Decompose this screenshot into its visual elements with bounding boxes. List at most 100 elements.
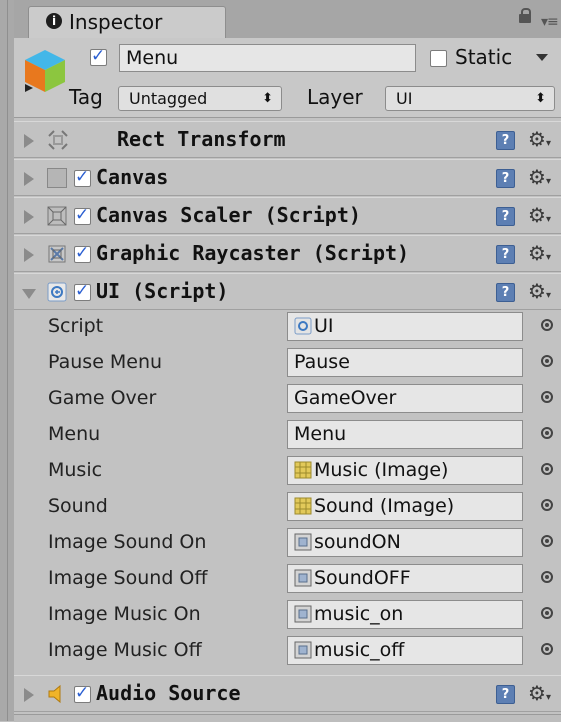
object-picker-icon[interactable] bbox=[541, 535, 553, 547]
object-picker-icon[interactable] bbox=[541, 463, 553, 475]
object-name-input[interactable]: Menu bbox=[119, 44, 416, 72]
object-active-checkbox[interactable] bbox=[90, 46, 107, 66]
object-picker-icon[interactable] bbox=[541, 643, 553, 655]
component-canvas[interactable]: Canvas ? ⚙▾ bbox=[14, 159, 561, 196]
help-book-icon[interactable]: ? bbox=[496, 169, 515, 188]
object-field[interactable]: GameOver bbox=[287, 384, 523, 413]
component-title: Audio Source bbox=[96, 681, 241, 705]
gameobject-cube-icon bbox=[25, 50, 65, 92]
component-title: Graphic Raycaster (Script) bbox=[96, 241, 410, 265]
object-field[interactable]: music_on bbox=[287, 600, 523, 629]
object-picker-icon[interactable] bbox=[541, 391, 553, 403]
collapse-arrow-icon[interactable] bbox=[24, 172, 34, 186]
tab-inspector[interactable]: i Inspector bbox=[28, 6, 226, 39]
help-book-icon[interactable]: ? bbox=[496, 685, 515, 704]
component-graphic-raycaster[interactable]: Graphic Raycaster (Script) ? ⚙▾ bbox=[14, 235, 561, 272]
collapse-arrow-icon[interactable] bbox=[24, 210, 34, 224]
component-enabled-checkbox[interactable] bbox=[74, 243, 91, 263]
object-picker-icon[interactable] bbox=[541, 607, 553, 619]
property-label: Music bbox=[48, 459, 103, 481]
property-label: Image Music On bbox=[48, 603, 201, 625]
property-label: Game Over bbox=[48, 387, 157, 409]
object-field-value: soundON bbox=[314, 531, 401, 553]
component-canvas-scaler[interactable]: Canvas Scaler (Script) ? ⚙▾ bbox=[14, 197, 561, 234]
component-rect-transform[interactable]: Rect Transform ? ⚙▾ bbox=[14, 121, 561, 158]
sprite-icon bbox=[294, 641, 312, 659]
property-label: Image Sound On bbox=[48, 531, 207, 553]
property-row-game-over: Game Over GameOver bbox=[14, 381, 561, 417]
layer-dropdown[interactable]: UI ⬍ bbox=[385, 86, 555, 111]
object-field[interactable]: SoundOFF bbox=[287, 564, 523, 593]
object-picker-icon[interactable] bbox=[541, 499, 553, 511]
gear-icon[interactable]: ⚙▾ bbox=[528, 681, 551, 705]
layer-dropdown-value: UI bbox=[396, 89, 413, 108]
property-label: Menu bbox=[48, 423, 101, 445]
component-title: Canvas Scaler (Script) bbox=[96, 203, 361, 227]
component-enabled-checkbox[interactable] bbox=[74, 167, 91, 187]
property-row-script: Script UI bbox=[14, 309, 561, 345]
canvas-scaler-icon bbox=[47, 206, 67, 226]
property-label: Pause Menu bbox=[48, 351, 163, 373]
canvas-icon bbox=[47, 168, 67, 188]
component-audio-source[interactable]: Audio Source ? ⚙▾ bbox=[14, 675, 561, 712]
info-icon: i bbox=[46, 13, 62, 29]
property-label: Image Music Off bbox=[48, 639, 202, 661]
audio-source-icon bbox=[48, 684, 61, 704]
sprite-icon bbox=[294, 569, 312, 587]
gear-icon[interactable]: ⚙▾ bbox=[528, 279, 551, 303]
property-label: Script bbox=[48, 315, 104, 337]
object-field[interactable]: Sound (Image) bbox=[287, 492, 523, 521]
panel-menu-icon[interactable]: ▾≡ bbox=[541, 14, 559, 30]
object-picker-icon[interactable] bbox=[541, 571, 553, 583]
image-component-icon bbox=[294, 497, 312, 515]
static-checkbox[interactable] bbox=[430, 50, 447, 67]
collapse-arrow-icon[interactable] bbox=[24, 688, 34, 702]
gear-icon[interactable]: ⚙▾ bbox=[528, 203, 551, 227]
tag-dropdown-value: Untagged bbox=[129, 89, 208, 108]
object-field-value: Music (Image) bbox=[314, 459, 449, 481]
object-field-value: GameOver bbox=[294, 387, 397, 409]
gear-icon[interactable]: ⚙▾ bbox=[528, 127, 551, 151]
object-picker-icon[interactable] bbox=[541, 319, 553, 331]
component-enabled-checkbox[interactable] bbox=[74, 205, 91, 225]
tab-bar: i Inspector ▾≡ bbox=[14, 0, 561, 39]
component-enabled-checkbox[interactable] bbox=[74, 683, 91, 703]
static-label: Static bbox=[455, 45, 513, 69]
object-field[interactable]: Menu bbox=[287, 420, 523, 449]
property-row-sound: Sound Sound (Image) bbox=[14, 489, 561, 525]
object-field[interactable]: Pause bbox=[287, 348, 523, 377]
object-field[interactable]: Music (Image) bbox=[287, 456, 523, 485]
object-field[interactable]: soundON bbox=[287, 528, 523, 557]
gear-icon[interactable]: ⚙▾ bbox=[528, 165, 551, 189]
property-row-image-music-on: Image Music On music_on bbox=[14, 597, 561, 633]
property-label: Sound bbox=[48, 495, 108, 517]
collapse-arrow-icon[interactable] bbox=[24, 134, 34, 148]
property-row-pause-menu: Pause Menu Pause bbox=[14, 345, 561, 381]
component-ui-script[interactable]: UI (Script) ? ⚙▾ bbox=[14, 273, 561, 310]
object-picker-icon[interactable] bbox=[541, 355, 553, 367]
object-field-value: Menu bbox=[294, 423, 347, 445]
graphic-raycaster-icon bbox=[48, 245, 66, 263]
object-field[interactable]: UI bbox=[287, 312, 523, 341]
static-dropdown-arrow-icon[interactable] bbox=[536, 54, 548, 61]
object-field[interactable]: music_off bbox=[287, 636, 523, 665]
lock-icon[interactable] bbox=[519, 8, 531, 23]
object-picker-icon[interactable] bbox=[541, 427, 553, 439]
tag-dropdown[interactable]: Untagged ⬍ bbox=[118, 86, 282, 111]
object-field-value: Sound (Image) bbox=[314, 495, 455, 517]
help-book-icon[interactable]: ? bbox=[496, 131, 515, 150]
component-enabled-checkbox[interactable] bbox=[74, 281, 91, 301]
help-book-icon[interactable]: ? bbox=[496, 207, 515, 226]
rect-transform-icon bbox=[48, 130, 68, 150]
object-field-value: music_off bbox=[314, 639, 405, 661]
dropdown-arrow-icon: ⬍ bbox=[535, 91, 546, 106]
property-row-image-sound-on: Image Sound On soundON bbox=[14, 525, 561, 561]
window-left-edge bbox=[0, 0, 14, 721]
property-row-music: Music Music (Image) bbox=[14, 453, 561, 489]
object-field-value: music_on bbox=[314, 603, 404, 625]
gear-icon[interactable]: ⚙▾ bbox=[528, 241, 551, 265]
expand-arrow-icon[interactable] bbox=[22, 289, 36, 299]
help-book-icon[interactable]: ? bbox=[496, 283, 515, 302]
help-book-icon[interactable]: ? bbox=[496, 245, 515, 264]
collapse-arrow-icon[interactable] bbox=[24, 248, 34, 262]
